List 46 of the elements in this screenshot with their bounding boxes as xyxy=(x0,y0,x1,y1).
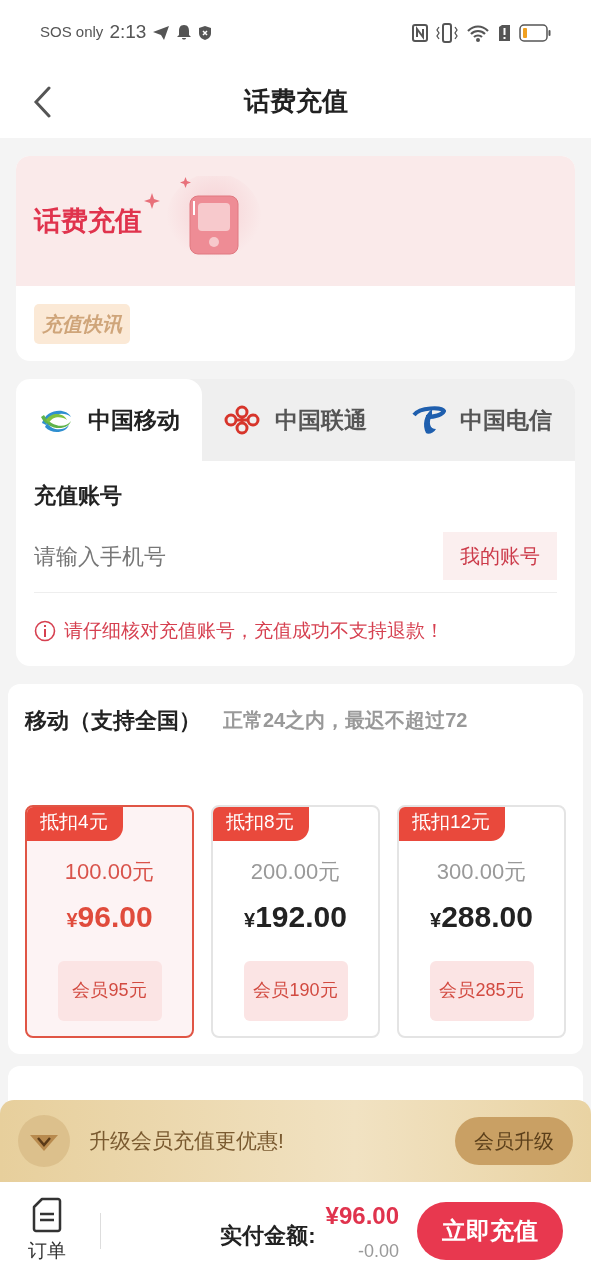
discount-amount: -0.00 xyxy=(357,1239,399,1263)
member-price-badge: 会员285元 xyxy=(429,960,534,1021)
face-value: 100.00元 xyxy=(64,857,155,886)
phone-input-field[interactable]: 请输入手机号 xyxy=(34,539,443,573)
carrier-label: SOS only xyxy=(40,22,104,43)
package-option[interactable]: 抵扣12元 300.00元 ¥288.00 会员285元 xyxy=(397,804,566,1038)
price: ¥192.00 xyxy=(244,898,347,935)
package-option[interactable]: 抵扣8元 200.00元 ¥192.00 会员190元 xyxy=(211,804,380,1038)
discount-tag: 抵扣4元 xyxy=(27,806,123,841)
carrier-logo-icon xyxy=(223,404,262,436)
carrier-tab[interactable]: 中国移动 xyxy=(16,379,203,461)
shield-icon xyxy=(198,24,213,41)
warning-text: 请仔细核对充值账号，充值成功不支持退款！ xyxy=(64,619,444,643)
news-tag: 充值快讯 xyxy=(34,303,130,344)
member-price-badge: 会员190元 xyxy=(243,960,348,1021)
info-icon xyxy=(34,620,56,643)
my-account-button[interactable]: 我的账号 xyxy=(443,532,557,580)
package-option[interactable]: 抵扣4元 100.00元 ¥96.00 会员95元 xyxy=(25,804,194,1038)
nfc-icon xyxy=(412,23,428,42)
discount-tag: 抵扣8元 xyxy=(213,806,309,841)
banner-title: 话费充值 xyxy=(34,204,142,238)
member-price-badge: 会员95元 xyxy=(57,960,162,1021)
orders-button[interactable]: 订单 xyxy=(28,1196,66,1266)
recharge-button[interactable]: 立即充值 xyxy=(417,1202,563,1260)
face-value: 300.00元 xyxy=(436,857,527,886)
discount-tag: 抵扣12元 xyxy=(399,806,506,841)
total-amount: ¥96.00 xyxy=(325,1200,399,1231)
upgrade-button[interactable]: 会员升级 xyxy=(455,1117,573,1165)
face-value: 200.00元 xyxy=(250,857,341,886)
section-label: 充值账号 xyxy=(34,482,123,510)
wifi-icon xyxy=(466,22,490,43)
bell-icon xyxy=(176,24,193,41)
delivery-note: 正常24之内，最迟不超过72 xyxy=(223,708,468,733)
package-title: 移动（支持全国） xyxy=(25,706,201,735)
carrier-logo-icon xyxy=(411,403,446,437)
sim-alert-icon xyxy=(498,23,511,42)
upgrade-text: 升级会员充值更优惠! xyxy=(89,1128,284,1155)
send-icon xyxy=(152,24,171,41)
page-title: 话费充值 xyxy=(243,85,348,118)
price: ¥96.00 xyxy=(66,898,153,935)
status-time: 2:13 xyxy=(109,20,147,45)
total-label: 实付金额: xyxy=(220,1221,316,1250)
battery-icon xyxy=(519,23,551,42)
document-icon xyxy=(32,1196,62,1233)
price: ¥288.00 xyxy=(430,898,533,935)
vibrate-icon xyxy=(436,22,458,43)
